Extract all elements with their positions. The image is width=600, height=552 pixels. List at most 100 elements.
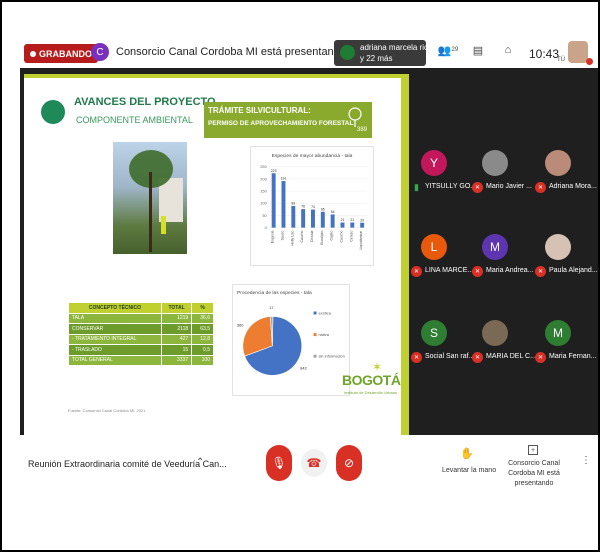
data-label: 54 bbox=[331, 210, 335, 214]
x-tick-label: Caucho bbox=[339, 231, 343, 243]
table-header: CONCEPTO TÉCNICO bbox=[68, 302, 162, 314]
record-dot-icon bbox=[30, 50, 36, 57]
bar bbox=[301, 209, 306, 228]
self-avatar[interactable] bbox=[568, 41, 588, 63]
pinned-participant[interactable]: adriana marcela rico ... y 22 más bbox=[334, 40, 441, 66]
presenter-avatar: C bbox=[91, 43, 109, 61]
hang-up-button[interactable]: ☎ bbox=[301, 449, 327, 477]
participant-tile[interactable]: ✕ MARIA DEL C... bbox=[472, 316, 536, 372]
participant-tile[interactable]: M ✕ Maria Fernan... bbox=[535, 316, 597, 372]
x-tick-label: Liquidámbar bbox=[359, 230, 363, 250]
mic-off-icon: ✕ bbox=[411, 266, 422, 277]
legend-label: exótica bbox=[319, 310, 332, 315]
pinned-name: adriana marcela rico ... bbox=[360, 43, 442, 52]
concept-table: CONCEPTO TÉCNICO TOTAL % TALA 1219 36,6 … bbox=[68, 302, 214, 366]
pinned-avatar bbox=[340, 45, 355, 60]
table-cell: CONSERVAR bbox=[68, 323, 162, 335]
table-row: - TRASLADO 15 0,5 bbox=[68, 344, 214, 356]
legend-label: sin información bbox=[319, 354, 345, 359]
slide-title: AVANCES DEL PROYECTO bbox=[74, 96, 216, 108]
tree-icon: 389 bbox=[348, 107, 368, 132]
y-tick-label: 50 bbox=[262, 213, 267, 218]
participant-name: Social San raf... bbox=[425, 353, 475, 360]
participant-tile[interactable]: ✕ Adriana Mora... bbox=[535, 146, 597, 202]
people-icon[interactable]: 👥 29 bbox=[438, 42, 459, 58]
data-label: 223 bbox=[271, 169, 277, 173]
mic-off-icon: ✕ bbox=[535, 352, 546, 363]
participant-avatar bbox=[482, 150, 508, 176]
participant-avatar bbox=[482, 320, 508, 346]
tree-photo bbox=[113, 142, 187, 254]
participant-tile[interactable]: S ✕ Social San raf... bbox=[411, 316, 474, 372]
table-cell: 427 bbox=[160, 333, 193, 345]
participant-tile[interactable]: ✕ Mario Javier ... bbox=[472, 146, 532, 202]
tree-label: 389 bbox=[357, 127, 368, 132]
bar bbox=[291, 205, 296, 228]
slide-bullet-icon bbox=[41, 100, 65, 124]
table-cell: 12,8 bbox=[191, 333, 214, 345]
mic-off-icon: 🎙 bbox=[271, 456, 287, 470]
presenting-icon[interactable]: + bbox=[528, 445, 538, 455]
participant-name: MARIA DEL C... bbox=[486, 353, 536, 360]
bar bbox=[311, 209, 315, 228]
y-tick-label: 0 bbox=[265, 225, 268, 230]
more-options-icon[interactable]: ⋮ bbox=[581, 455, 591, 466]
x-tick-label: Eugenia bbox=[271, 231, 275, 244]
data-label: 21 bbox=[350, 218, 354, 222]
activities-icon[interactable]: ⌂ bbox=[500, 42, 516, 58]
presenting-label[interactable]: Consorcio Canal Cordoba MI está presenta… bbox=[494, 459, 574, 489]
tramite-box: TRÁMITE SILVICULTURAL: PERMISO DE APROVE… bbox=[204, 102, 372, 138]
camera-toggle-button[interactable]: ⊘ bbox=[336, 445, 362, 481]
data-label: 21 bbox=[341, 218, 345, 222]
participant-tile[interactable]: Y ▮ YITSULLY GO... bbox=[411, 146, 476, 202]
table-row: TOTAL GENERAL 3337 100 bbox=[68, 354, 214, 366]
y-tick-label: 100 bbox=[260, 201, 267, 206]
participant-avatar: S bbox=[421, 320, 447, 346]
top-bar: GRABANDO C Consorcio Canal Cordoba MI es… bbox=[20, 38, 598, 68]
participant-tile[interactable]: M ✕ Maria Andrea... bbox=[472, 230, 533, 286]
table-row: CONSERVAR 2118 63,5 bbox=[68, 323, 214, 335]
camera-off-icon: ⊘ bbox=[343, 456, 355, 470]
raise-hand-icon[interactable]: ✋ bbox=[460, 447, 474, 460]
raise-hand-label[interactable]: Levantar la mano bbox=[442, 467, 496, 474]
participant-avatar: M bbox=[482, 234, 508, 260]
participant-name: Maria Fernan... bbox=[549, 353, 597, 360]
mic-off-icon: ✕ bbox=[472, 352, 483, 363]
meet-window: GRABANDO C Consorcio Canal Cordoba MI es… bbox=[20, 38, 598, 494]
tramite-subtitle: PERMISO DE APROVECHAMIENTO FORESTAL bbox=[208, 120, 354, 127]
table-cell: 36,6 bbox=[191, 312, 214, 324]
y-tick-label: 150 bbox=[260, 189, 267, 194]
table-cell: TOTAL GENERAL bbox=[68, 354, 162, 366]
tramite-title: TRÁMITE SILVICULTURAL: bbox=[208, 106, 311, 115]
participant-tile[interactable]: ✕ Paula Alejand... bbox=[535, 230, 598, 286]
chevron-up-icon[interactable]: ⌃ bbox=[196, 457, 204, 468]
table-row: - TRATAMIENTO INTEGRAL 427 12,8 bbox=[68, 333, 214, 345]
mic-off-icon: ✕ bbox=[535, 266, 546, 277]
participant-avatar bbox=[545, 150, 571, 176]
bogota-logo: BOGOTÁ bbox=[342, 372, 401, 388]
bar bbox=[350, 222, 355, 228]
mic-off-icon: ✕ bbox=[472, 182, 483, 193]
bar bbox=[330, 214, 335, 228]
legend-swatch bbox=[313, 311, 317, 315]
participant-tile[interactable]: L ✕ LINA MARCE... bbox=[411, 230, 473, 286]
x-tick-label: Eucalipto bbox=[320, 231, 324, 245]
participant-avatar: Y bbox=[421, 150, 447, 176]
bottom-bar: Reunión Extraordinaria comité de Veedurí… bbox=[20, 435, 598, 494]
data-label: 65 bbox=[321, 207, 325, 211]
bar bbox=[320, 211, 325, 228]
data-label: 89 bbox=[291, 201, 295, 205]
self-mic-off-icon bbox=[586, 58, 593, 65]
participant-name: YITSULLY GO... bbox=[425, 183, 477, 190]
recording-label: GRABANDO bbox=[39, 48, 92, 59]
people-count: 29 bbox=[451, 47, 459, 53]
slide-subtitle: COMPONENTE AMBIENTAL bbox=[76, 115, 193, 125]
presenter-text: Consorcio Canal Cordoba MI está presenta… bbox=[116, 46, 346, 58]
table-cell: - TRATAMIENTO INTEGRAL bbox=[68, 333, 162, 345]
chat-icon[interactable]: ▤ bbox=[470, 42, 486, 58]
table-cell: TALA bbox=[68, 312, 162, 324]
table-cell: 100 bbox=[191, 354, 214, 366]
data-label: 76 bbox=[301, 205, 305, 209]
mic-toggle-button[interactable]: 🎙 bbox=[266, 445, 292, 481]
pie-chart: Procedencia de las especies - tala 842 360… bbox=[232, 284, 350, 396]
